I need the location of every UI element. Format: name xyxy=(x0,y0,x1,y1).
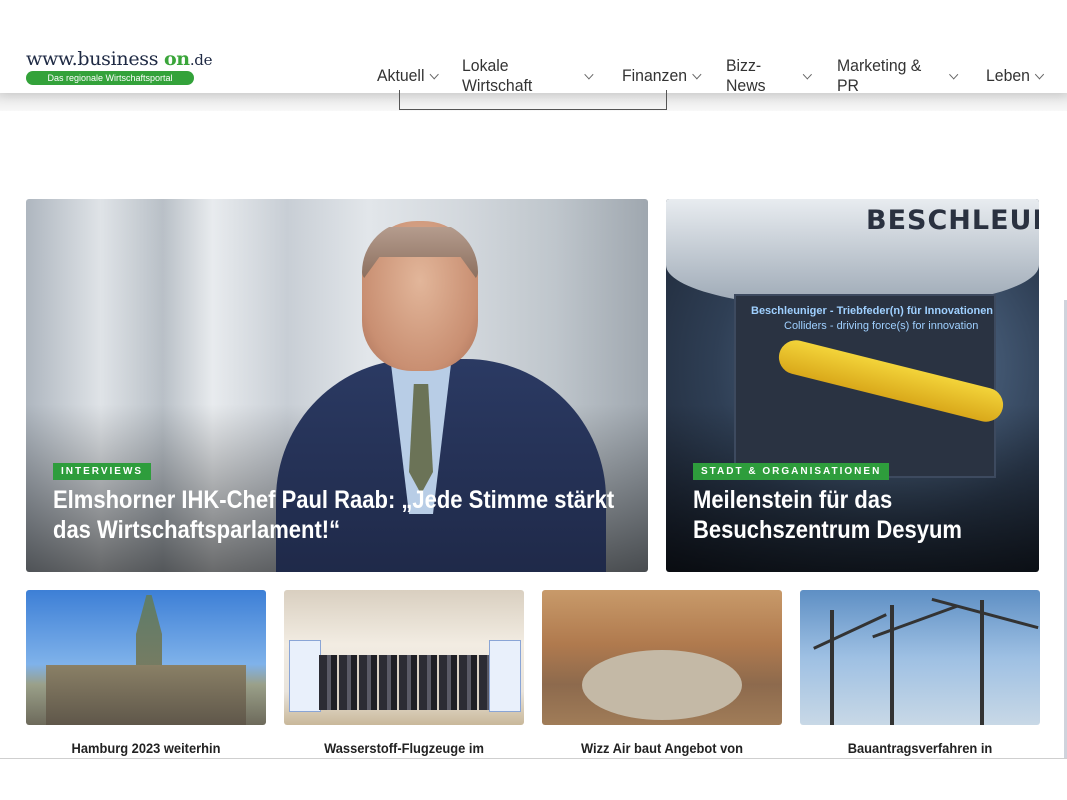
group-of-people xyxy=(319,655,489,710)
article-card: Wizz Air baut Angebot von xyxy=(542,590,782,756)
chevron-down-icon xyxy=(1034,69,1045,79)
article-card: Wasserstoff-Flugzeuge im xyxy=(284,590,524,756)
crane-jib xyxy=(813,613,887,650)
featured-title[interactable]: Elmshorner IHK-Chef Paul Raab: „Jede Sti… xyxy=(53,485,616,545)
chevron-down-icon xyxy=(948,69,959,79)
roll-up-banner xyxy=(489,640,521,712)
article-thumbnail-cranes[interactable] xyxy=(800,590,1040,725)
screen-title-text: Beschleuniger - Triebfeder(n) für Innova… xyxy=(751,305,994,317)
article-card-title[interactable]: Wizz Air baut Angebot von xyxy=(552,740,773,756)
article-card: Bauantragsverfahren in xyxy=(800,590,1040,756)
article-card: Hamburg 2023 weiterhin xyxy=(26,590,266,756)
logo-wordmark: www.business on.de xyxy=(26,48,213,70)
article-thumbnail-rome[interactable] xyxy=(542,590,782,725)
site-logo[interactable]: www.business on.de Das regionale Wirtsch… xyxy=(26,48,212,86)
article-card-title[interactable]: Hamburg 2023 weiterhin xyxy=(36,740,257,756)
nav-item-label: Aktuell xyxy=(377,66,425,85)
screen-subtitle-text: Colliders - driving force(s) for innovat… xyxy=(784,320,979,332)
nav-item-bizz-news[interactable]: Bizz-News xyxy=(725,56,812,96)
chevron-down-icon xyxy=(584,69,594,79)
st-peters-square xyxy=(582,650,742,720)
roll-up-banner xyxy=(289,640,321,712)
nav-item-leben[interactable]: Leben xyxy=(985,56,1045,96)
featured-article-left[interactable]: INTERVIEWS Elmshorner IHK-Chef Paul Raab… xyxy=(26,199,648,572)
nav-item-label: Marketing & PR xyxy=(836,56,922,95)
search-dropdown-box[interactable] xyxy=(399,90,667,110)
crane-jib xyxy=(872,604,958,639)
nav-item-label: Bizz-News xyxy=(725,56,766,95)
crane-mast xyxy=(980,600,984,725)
article-card-title[interactable]: Wasserstoff-Flugzeuge im xyxy=(294,740,515,756)
nav-item-marketing-pr[interactable]: Marketing & PR xyxy=(836,56,959,96)
nav-item-label: Finanzen xyxy=(621,66,687,85)
article-card-title[interactable]: Bauantragsverfahren in xyxy=(810,740,1031,756)
crane-mast xyxy=(890,605,894,725)
featured-article-right[interactable]: BESCHLEUNIG Beschleuniger - Triebfeder(n… xyxy=(666,199,1039,572)
chevron-down-icon xyxy=(691,69,702,79)
article-thumbnail-hamburg[interactable] xyxy=(26,590,266,725)
site-header: www.business on.de Das regionale Wirtsch… xyxy=(0,0,1067,96)
nav-item-label: Leben xyxy=(985,66,1030,85)
dome-lettering: BESCHLEUNIG xyxy=(866,205,1039,236)
chevron-down-icon xyxy=(429,69,439,79)
town-hall-building xyxy=(46,665,246,725)
chevron-down-icon xyxy=(802,69,812,79)
category-tag[interactable]: STADT & ORGANISATIONEN xyxy=(693,463,890,480)
article-thumbnail-group[interactable] xyxy=(284,590,524,725)
bottom-whitespace xyxy=(0,759,1067,800)
crane-mast xyxy=(830,610,834,725)
crane-jib xyxy=(931,597,1039,630)
logo-tagline: Das regionale Wirtschaftsportal xyxy=(26,71,194,85)
featured-title[interactable]: Meilenstein für das Besuchszentrum Desyu… xyxy=(693,485,975,545)
category-tag[interactable]: INTERVIEWS xyxy=(53,463,152,480)
